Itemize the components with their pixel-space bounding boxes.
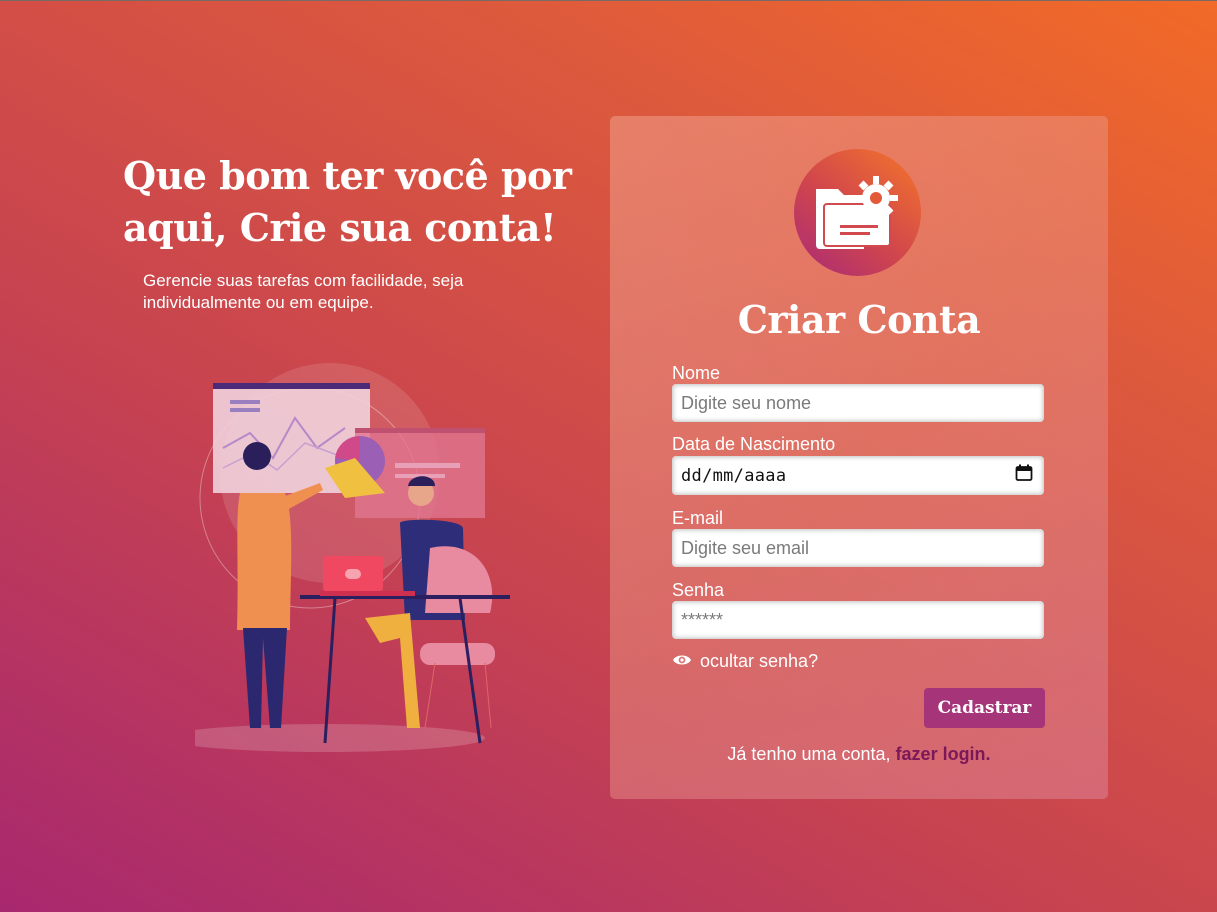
email-label: E-mail xyxy=(672,508,724,528)
email-input[interactable] xyxy=(672,529,1044,567)
birth-date-input[interactable]: dd/mm/aaaa xyxy=(672,456,1044,495)
birth-date-placeholder: dd/mm/aaaa xyxy=(681,465,787,486)
name-label: Nome xyxy=(672,363,721,383)
top-border xyxy=(0,0,1217,1)
password-label: Senha xyxy=(672,580,725,600)
hero-subtitle: Gerencie suas tarefas com facilidade, se… xyxy=(143,271,464,312)
login-prompt: Já tenho uma conta, fazer login. xyxy=(610,744,1108,765)
team-illustration xyxy=(195,363,510,752)
form-title: Criar Conta xyxy=(737,297,981,342)
eye-icon xyxy=(672,651,692,672)
toggle-password-label: ocultar senha? xyxy=(700,650,819,671)
calendar-icon[interactable] xyxy=(1015,464,1033,487)
toggle-password[interactable]: ocultar senha? xyxy=(672,650,818,672)
folder-settings-icon xyxy=(794,149,921,276)
login-link[interactable]: fazer login. xyxy=(896,744,991,764)
hero-title: Que bom ter você por aqui, Crie sua cont… xyxy=(123,153,572,250)
login-prompt-text: Já tenho uma conta, xyxy=(727,744,891,764)
birth-date-label: Data de Nascimento xyxy=(672,434,836,454)
submit-button[interactable]: Cadastrar xyxy=(924,688,1045,728)
password-input[interactable] xyxy=(672,601,1044,639)
name-input[interactable] xyxy=(672,384,1044,422)
